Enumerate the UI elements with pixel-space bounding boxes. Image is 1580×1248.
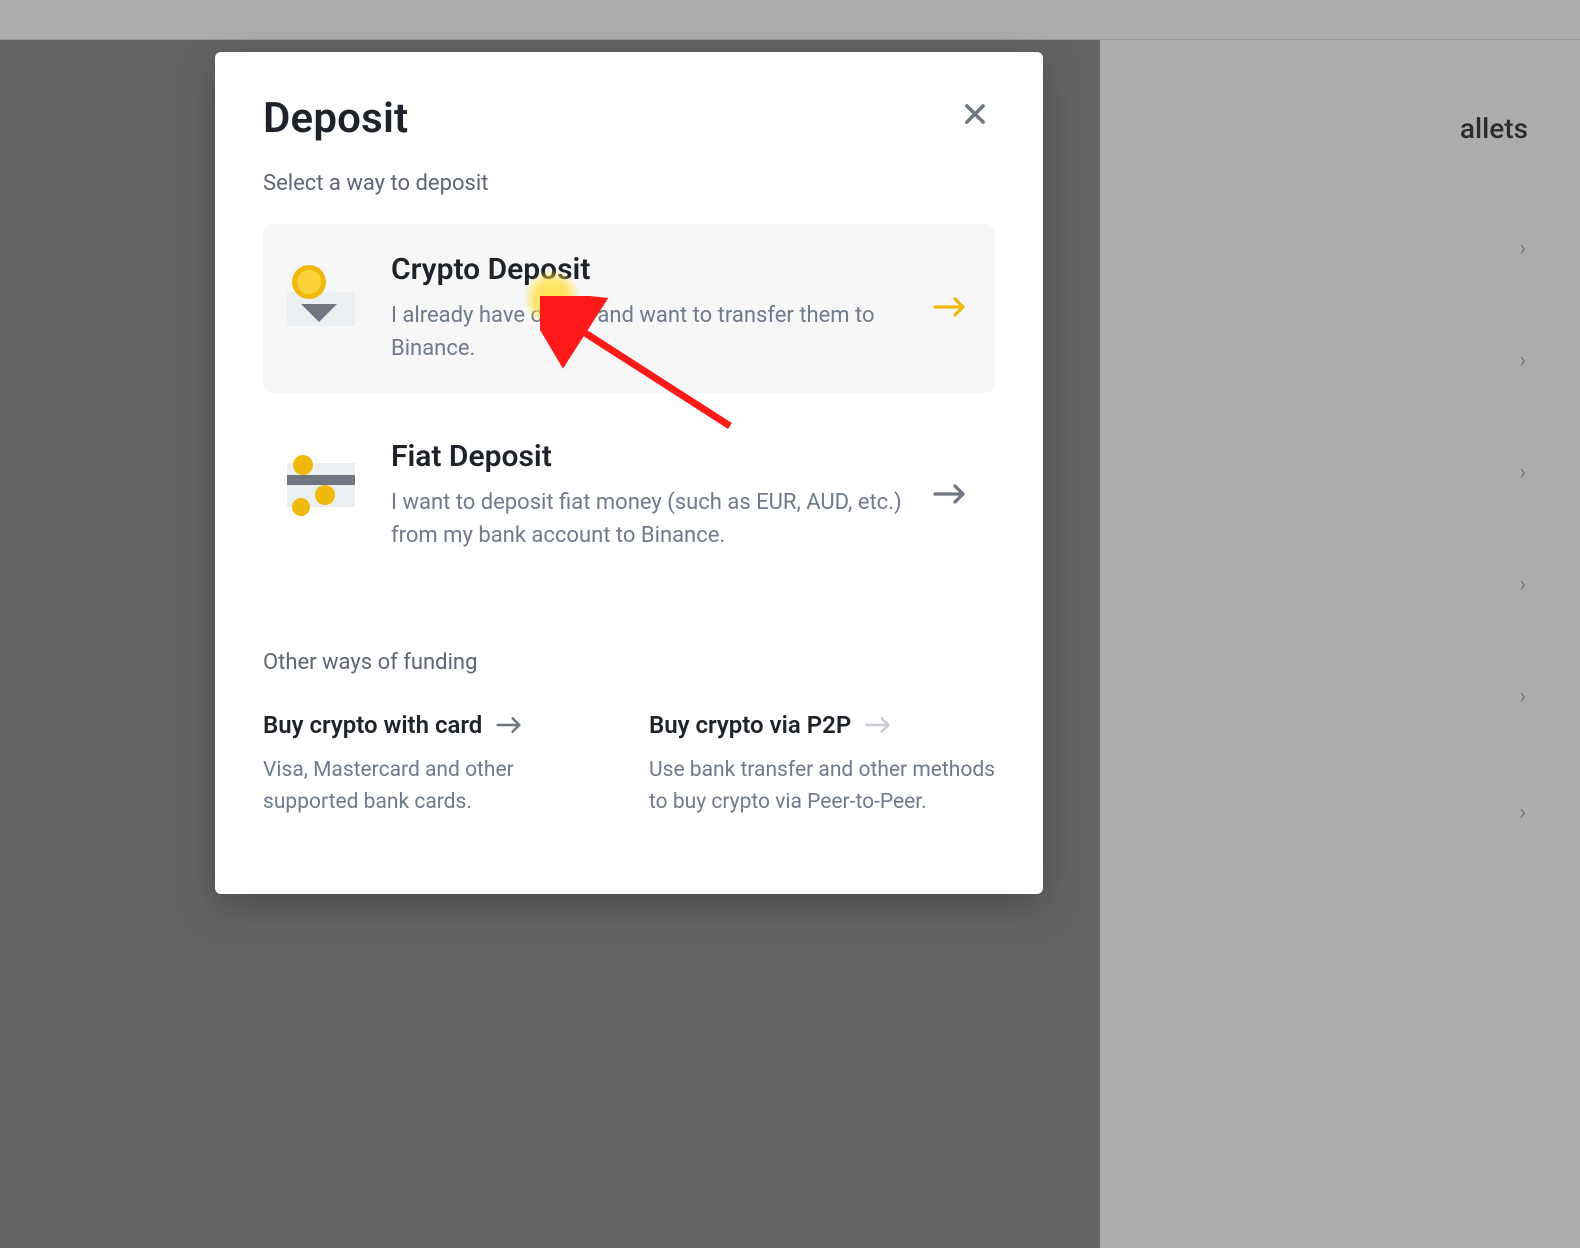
option-title: Fiat Deposit	[391, 439, 927, 474]
other-funding-header: Other ways of funding	[263, 650, 995, 675]
fiat-deposit-icon	[281, 445, 361, 525]
modal-subtitle: Select a way to deposit	[263, 171, 995, 196]
other-desc: Visa, Mastercard and other supported ban…	[263, 755, 609, 818]
other-title: Buy crypto with card	[263, 711, 482, 739]
close-button[interactable]	[955, 94, 995, 134]
deposit-modal: Deposit Select a way to deposit Crypto D…	[215, 52, 1043, 894]
option-crypto-deposit[interactable]: Crypto Deposit I already have crypto and…	[263, 224, 995, 393]
other-buy-with-card[interactable]: Buy crypto with card Visa, Mastercard an…	[263, 711, 609, 818]
modal-title: Deposit	[263, 94, 408, 143]
option-title: Crypto Deposit	[391, 252, 927, 287]
other-buy-via-p2p[interactable]: Buy crypto via P2P Use bank transfer and…	[649, 711, 995, 818]
option-desc: I already have crypto and want to transf…	[391, 299, 927, 365]
option-desc: I want to deposit fiat money (such as EU…	[391, 486, 927, 552]
other-title: Buy crypto via P2P	[649, 711, 851, 739]
other-funding-grid: Buy crypto with card Visa, Mastercard an…	[263, 711, 995, 818]
arrow-right-icon	[933, 292, 969, 326]
crypto-deposit-icon	[281, 258, 361, 338]
arrow-right-icon	[933, 479, 969, 513]
arrow-right-icon	[496, 713, 526, 737]
arrow-right-icon	[865, 713, 895, 737]
deposit-options: Crypto Deposit I already have crypto and…	[263, 224, 995, 580]
other-desc: Use bank transfer and other methods to b…	[649, 755, 995, 818]
option-fiat-deposit[interactable]: Fiat Deposit I want to deposit fiat mone…	[263, 411, 995, 580]
close-icon	[961, 100, 989, 128]
